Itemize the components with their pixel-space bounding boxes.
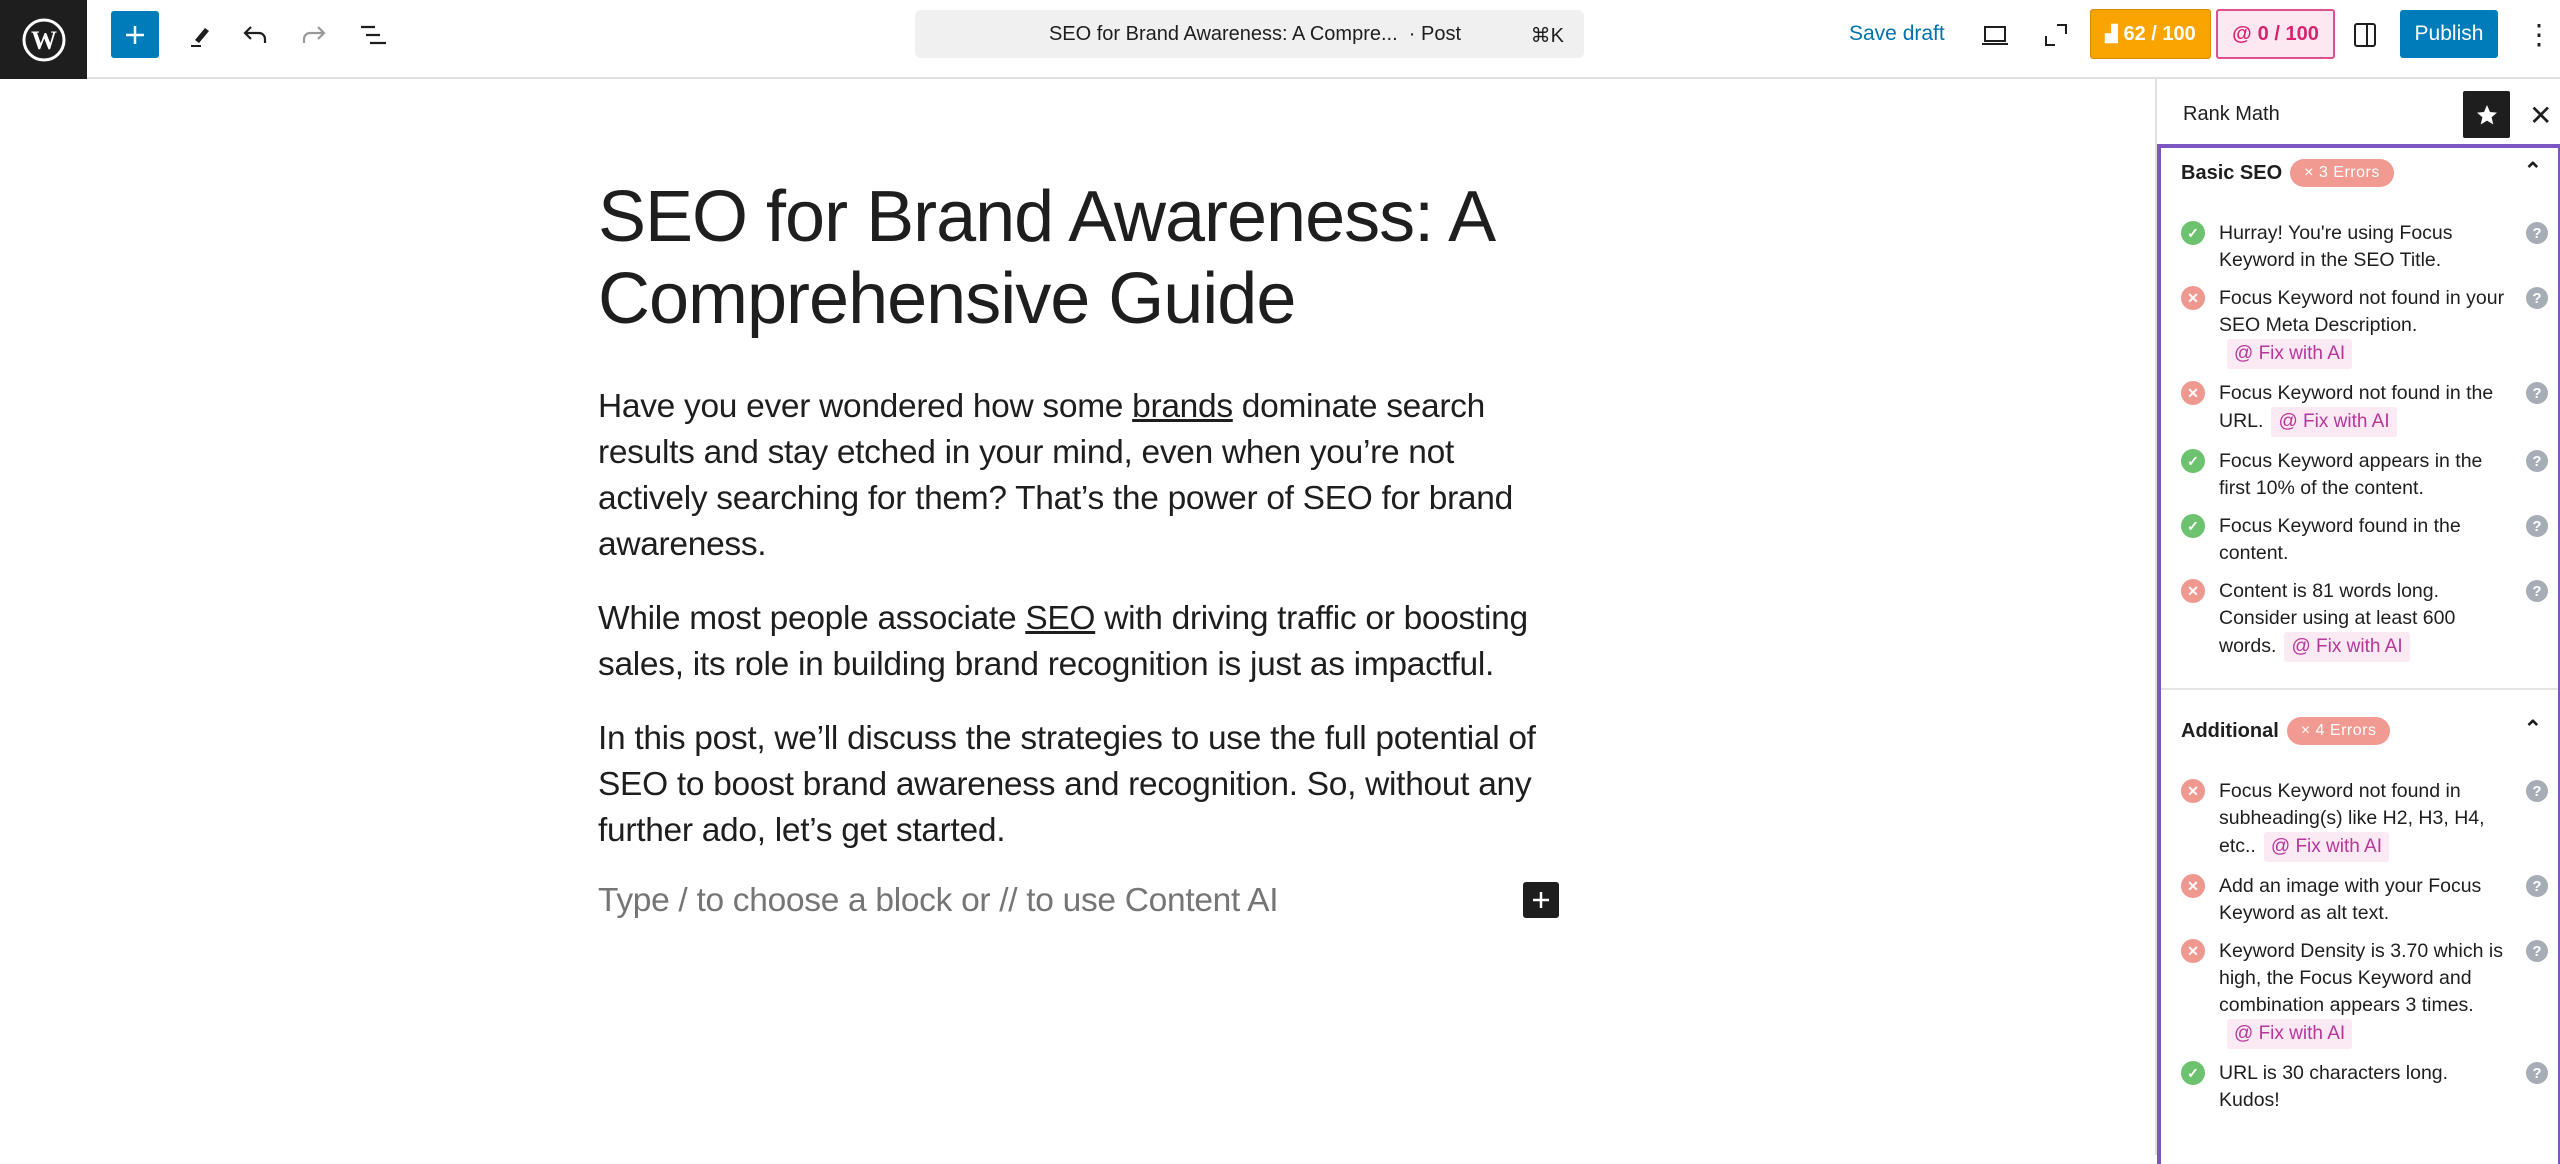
section-additional: Additional × 4 Errors ⌃ ✕ Focus Keyword not … (2161, 706, 2558, 1114)
section-header[interactable]: Additional × 4 Errors ⌃ (2181, 706, 2558, 756)
fix-with-ai-button[interactable]: @ Fix with AI (2263, 832, 2390, 862)
error-circle-icon: ✕ (2181, 286, 2205, 310)
pencil-icon (191, 27, 209, 47)
content-ai-icon: @ (2270, 836, 2291, 857)
check-item: ✕ Keyword Density is 3.70 which is high, … (2181, 938, 2558, 1049)
content-ai-icon: @ (2234, 1023, 2254, 1044)
error-circle-icon: ✕ (2181, 381, 2205, 405)
editor-toolbar: W SEO for Brand Awareness: A Compre... ·… (0, 0, 2560, 79)
post-type: · Post (1408, 23, 1462, 45)
list-view-icon (361, 25, 386, 44)
check-item: ✕ Focus Keyword not found in subheading(s… (2181, 778, 2558, 862)
command-palette-bar[interactable]: SEO for Brand Awareness: A Compre... · P… (915, 10, 1584, 58)
document-title: SEO for Brand Awareness: A Compre... (1048, 23, 1398, 45)
content-ai-icon: @ (2291, 636, 2311, 657)
error-count-badge: × 3 Errors (2290, 159, 2394, 187)
check-item: ✓ URL is 30 characters long. Kudos!? (2181, 1060, 2558, 1114)
options-menu-button[interactable]: ⋮ (2525, 11, 2553, 58)
content-ai-score-button[interactable]: @0 / 100 (2216, 9, 2335, 59)
block-placeholder[interactable]: Type / to choose a block or // to use Co… (598, 882, 1279, 920)
seo-analysis-panel: Basic SEO × 3 Errors ⌃ ✓ Hurray! You're usin… (2157, 144, 2560, 1164)
help-icon[interactable]: ? (2526, 580, 2548, 602)
help-icon[interactable]: ? (2526, 780, 2548, 802)
seo-link[interactable]: SEO (1025, 600, 1095, 637)
undo-button[interactable] (235, 11, 275, 58)
redo-button[interactable] (294, 11, 334, 58)
help-icon[interactable]: ? (2526, 1062, 2548, 1084)
wordpress-logo-button[interactable]: W (0, 0, 87, 79)
help-icon[interactable]: ? (2526, 875, 2548, 897)
chevron-up-icon[interactable]: ⌃ (2524, 158, 2542, 184)
svg-text:W: W (31, 26, 57, 55)
help-icon[interactable]: ? (2526, 222, 2548, 244)
pin-button[interactable] (2463, 91, 2510, 138)
post-title[interactable]: SEO for Brand Awareness: A Comprehensive… (598, 176, 1558, 340)
undo-icon (243, 25, 267, 43)
close-icon: ✕ (2529, 100, 2553, 131)
check-item: ✓ Focus Keyword found in the content.? (2181, 513, 2558, 567)
help-icon[interactable]: ? (2526, 287, 2548, 309)
add-block-button[interactable] (111, 11, 159, 58)
check-item: ✕ Add an image with your Focus Keyword as… (2181, 873, 2558, 927)
check-item: ✓ Focus Keyword appears in the first 10% … (2181, 448, 2558, 502)
fullscreen-icon (2045, 23, 2067, 46)
error-circle-icon: ✕ (2181, 874, 2205, 898)
paragraph-block[interactable]: Have you ever wondered how some brands d… (598, 384, 1558, 568)
kebab-icon: ⋮ (2525, 19, 2553, 50)
close-sidebar-button[interactable]: ✕ (2529, 99, 2552, 132)
plus-icon (1533, 892, 1549, 908)
chevron-up-icon[interactable]: ⌃ (2524, 716, 2542, 742)
publish-button[interactable]: Publish (2400, 10, 2498, 58)
plus-icon (126, 25, 144, 44)
content-ai-icon: @ (2234, 343, 2254, 364)
wordpress-icon: W (22, 18, 65, 61)
inline-add-block-button[interactable] (1523, 882, 1559, 918)
chart-icon: ▟ (2105, 26, 2118, 43)
settings-sidebar-toggle[interactable] (2345, 11, 2385, 58)
error-circle-icon: ✕ (2181, 579, 2205, 603)
shortcut-hint: ⌘K (1530, 25, 1564, 47)
section-basic-seo: Basic SEO × 3 Errors ⌃ ✓ Hurray! You're usin… (2161, 148, 2558, 662)
help-icon[interactable]: ? (2526, 515, 2548, 537)
seo-score-button[interactable]: ▟ 62 / 100 (2090, 9, 2211, 59)
rank-math-sidebar: Rank Math ✕ Basic SEO × 3 Errors ⌃ ✓ Hurray!… (2155, 79, 2560, 1164)
document-overview-button[interactable] (353, 11, 393, 58)
sidebar-title: Rank Math (2183, 103, 2280, 125)
star-icon (2476, 104, 2497, 124)
preview-button[interactable] (1975, 11, 2015, 58)
check-circle-icon: ✓ (2181, 221, 2205, 245)
fix-with-ai-button[interactable]: @ Fix with AI (2284, 632, 2410, 662)
fix-with-ai-button[interactable]: @ Fix with AI (2271, 407, 2397, 437)
paragraph-block[interactable]: While most people associate SEO with dri… (598, 596, 1558, 688)
error-count-badge: × 4 Errors (2286, 717, 2391, 745)
tools-button[interactable] (180, 11, 220, 58)
section-divider (2161, 688, 2558, 690)
help-icon[interactable]: ? (2526, 940, 2548, 962)
help-icon[interactable]: ? (2526, 450, 2548, 472)
check-item: ✕ Content is 81 words long. Consider usin… (2181, 578, 2558, 662)
check-item: ✕ Focus Keyword not found in your SEO Met… (2181, 285, 2558, 369)
error-circle-icon: ✕ (2181, 939, 2205, 963)
brands-link[interactable]: brands (1132, 388, 1233, 425)
laptop-icon (1982, 25, 2008, 45)
check-item: ✕ Focus Keyword not found in the URL. @ Fi… (2181, 380, 2558, 437)
check-circle-icon: ✓ (2181, 1061, 2205, 1085)
fix-with-ai-button[interactable]: @ Fix with AI (2227, 339, 2353, 369)
check-circle-icon: ✓ (2181, 514, 2205, 538)
check-circle-icon: ✓ (2181, 449, 2205, 473)
check-item: ✓ Hurray! You're using Focus Keyword in t… (2181, 220, 2558, 274)
save-draft-button[interactable]: Save draft (1849, 22, 1945, 46)
paragraph-block[interactable]: In this post, we’ll discuss the strategi… (598, 716, 1558, 854)
error-circle-icon: ✕ (2181, 779, 2205, 803)
help-icon[interactable]: ? (2526, 382, 2548, 404)
redo-icon (302, 25, 326, 43)
fix-with-ai-button[interactable]: @ Fix with AI (2227, 1019, 2353, 1049)
content-ai-icon: @ (2278, 411, 2298, 432)
section-header[interactable]: Basic SEO × 3 Errors ⌃ (2181, 148, 2558, 198)
fullscreen-button[interactable] (2036, 11, 2076, 58)
sidebar-icon (2354, 22, 2376, 47)
content-ai-icon: @ (2232, 22, 2252, 45)
